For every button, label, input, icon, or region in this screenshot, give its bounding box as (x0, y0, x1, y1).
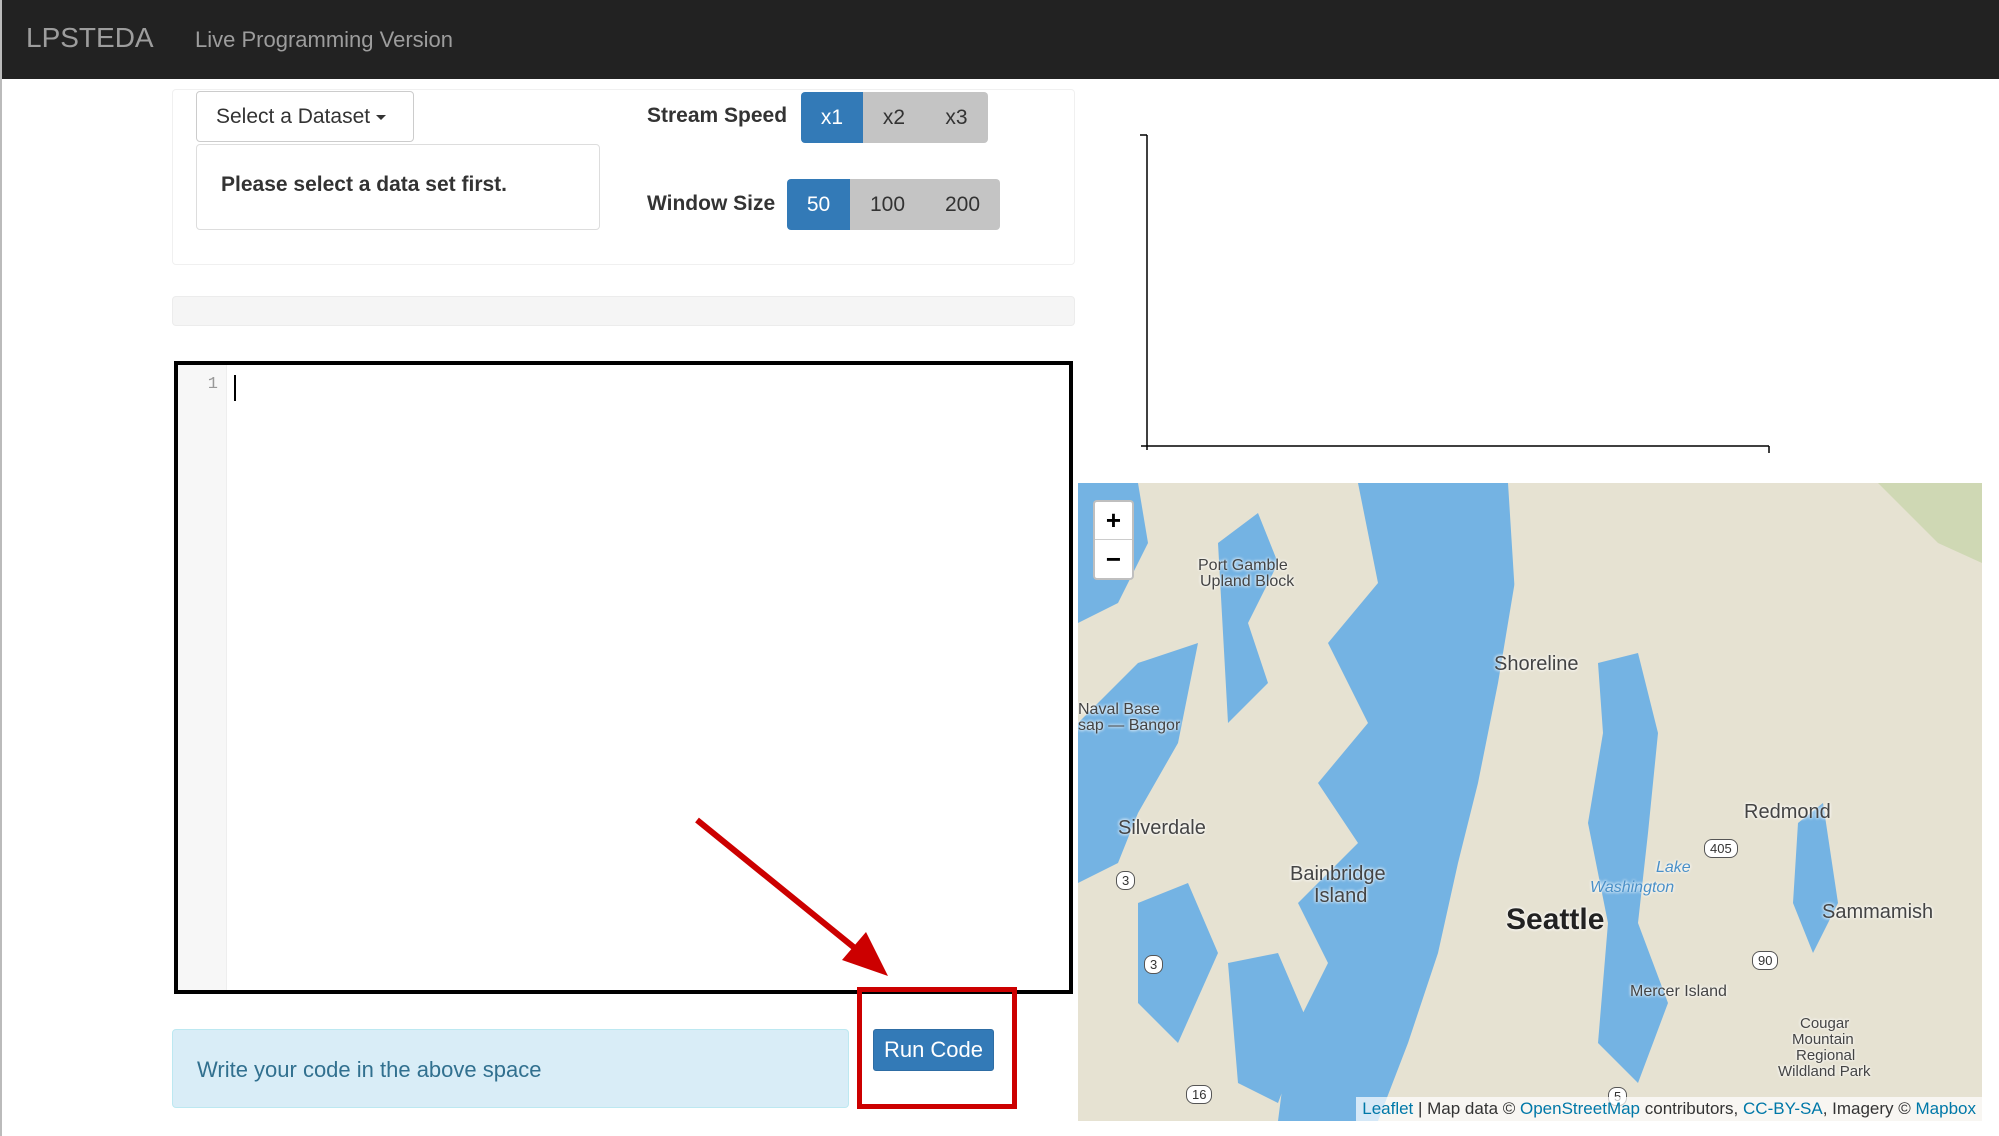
map-label: Mercer Island (1630, 983, 1727, 1000)
map-label: Shoreline (1494, 653, 1579, 675)
map-label: Regional (1796, 1047, 1856, 1064)
highlight-box (857, 987, 1017, 1109)
map-label: Washington (1590, 879, 1675, 896)
attr-text: | Map data © (1413, 1099, 1520, 1118)
route-shield: 3 (1116, 871, 1136, 890)
speed-x3-button[interactable]: x3 (925, 92, 988, 143)
zoom-in-button[interactable]: + (1095, 502, 1132, 540)
attr-text: , Imagery © (1822, 1099, 1916, 1118)
chart-axes (1140, 134, 1770, 453)
map-label: Upland Block (1200, 573, 1295, 590)
map-label: Cougar (1800, 1015, 1850, 1032)
speed-x2-button[interactable]: x2 (863, 92, 925, 143)
mapbox-link[interactable]: Mapbox (1916, 1099, 1976, 1118)
text-cursor (234, 375, 236, 401)
license-link[interactable]: CC-BY-SA (1743, 1099, 1823, 1118)
map-label: Silverdale (1118, 817, 1206, 839)
select-dataset-dropdown[interactable]: Select a Dataset (196, 91, 414, 142)
route-shield: 3 (1144, 955, 1164, 974)
info-alert: Write your code in the above space (172, 1029, 849, 1108)
leaflet-link[interactable]: Leaflet (1362, 1099, 1413, 1118)
map-label: Lake (1656, 859, 1691, 876)
navbar: LPSTEDA Live Programming Version (2, 0, 1999, 79)
window-200-button[interactable]: 200 (925, 179, 1000, 230)
speed-x1-button[interactable]: x1 (801, 92, 863, 143)
map-label-seattle: Seattle (1506, 903, 1605, 936)
route-shield: 405 (1704, 839, 1738, 858)
map-label: sap — Bangor (1078, 717, 1181, 734)
line-number: 1 (207, 375, 218, 394)
map-label: Wildland Park (1778, 1063, 1871, 1080)
window-50-button[interactable]: 50 (787, 179, 850, 230)
dataset-message: Please select a data set first. (196, 144, 600, 230)
code-editor[interactable]: 1 (174, 361, 1073, 994)
progress-bar (172, 296, 1075, 326)
map-label: Island (1314, 885, 1368, 907)
map-label: Bainbridge (1290, 863, 1386, 885)
map-label: Sammamish (1822, 901, 1934, 923)
annotation-arrow-icon (695, 817, 888, 976)
dropdown-label: Select a Dataset (216, 105, 371, 128)
stream-speed-label: Stream Speed (647, 104, 788, 127)
brand[interactable]: LPSTEDA (26, 22, 154, 54)
line-gutter: 1 (178, 365, 227, 990)
osm-link[interactable]: OpenStreetMap (1520, 1099, 1640, 1118)
window-size-label: Window Size (647, 192, 776, 215)
zoom-out-button[interactable]: − (1095, 540, 1132, 578)
window-100-button[interactable]: 100 (850, 179, 925, 230)
route-shield: 16 (1186, 1085, 1213, 1104)
map[interactable]: Port Gamble Upland Block Shoreline Naval… (1078, 483, 1982, 1121)
caret-down-icon (376, 114, 387, 120)
map-label: Mountain (1792, 1031, 1854, 1048)
route-shield: 90 (1752, 951, 1779, 970)
attr-text: contributors, (1640, 1099, 1744, 1118)
map-label: Redmond (1744, 801, 1831, 823)
nav-subtitle[interactable]: Live Programming Version (195, 27, 453, 53)
map-attribution: Leaflet | Map data © OpenStreetMap contr… (1356, 1097, 1982, 1121)
zoom-control: + − (1093, 500, 1134, 580)
